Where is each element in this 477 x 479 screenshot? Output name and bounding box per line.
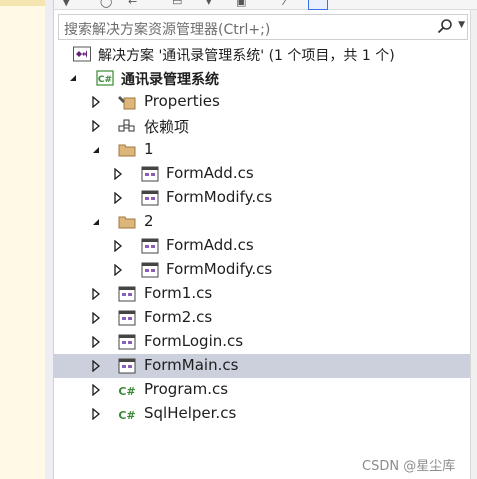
tree-item-properties[interactable]: Properties xyxy=(54,90,470,114)
file-label: FormMain.cs xyxy=(144,356,239,374)
tree-item-form1[interactable]: Form1.cs xyxy=(54,282,470,306)
collapsed-arrow-icon[interactable] xyxy=(90,120,102,132)
search-input[interactable]: 搜索解决方案资源管理器(Ctrl+;) xyxy=(64,19,270,39)
tree-item-folder-1[interactable]: 1 xyxy=(54,138,470,162)
nav-icon[interactable]: ← xyxy=(128,0,137,8)
tree-item-form-modify[interactable]: FormModify.cs xyxy=(54,186,470,210)
csharp-file-icon: C# xyxy=(118,409,135,422)
folder-icon xyxy=(118,144,136,157)
project-label: 通讯录管理系统 xyxy=(121,72,219,88)
collapsed-arrow-icon[interactable] xyxy=(90,360,102,372)
collapsed-arrow-icon[interactable] xyxy=(90,288,102,300)
svg-text:C#: C# xyxy=(98,75,112,85)
dependencies-label: 依赖项 xyxy=(144,118,190,136)
collapsed-arrow-icon[interactable] xyxy=(112,192,124,204)
dropdown-icon[interactable]: ▾ xyxy=(206,0,212,8)
folder-label: 2 xyxy=(144,212,154,230)
form-icon xyxy=(118,334,136,350)
search-options-icon[interactable]: ▼ xyxy=(458,20,465,30)
tree-item-solution[interactable]: 解决方案 '通讯录管理系统' (1 个项目，共 1 个) xyxy=(54,42,470,66)
folder-icon xyxy=(118,216,136,229)
solution-label: 解决方案 '通讯录管理系统' (1 个项目，共 1 个) xyxy=(98,48,395,64)
csharp-file-icon: C# xyxy=(118,385,135,398)
file-label: FormAdd.cs xyxy=(166,164,254,182)
file-label: FormModify.cs xyxy=(166,260,273,278)
collapsed-arrow-icon[interactable] xyxy=(90,408,102,420)
folder-label: 1 xyxy=(144,140,154,158)
tree-item-form-main[interactable]: FormMain.cs xyxy=(54,354,470,378)
tree-item-form-add[interactable]: FormAdd.cs xyxy=(54,234,470,258)
solution-explorer-toolbar: ▼ ◯ ← ▭ ▾ ▣ ⁄ xyxy=(54,0,477,10)
collapse-icon[interactable]: ▣ xyxy=(236,0,246,8)
form-icon xyxy=(141,190,159,206)
file-label: Form2.cs xyxy=(144,308,213,326)
collapsed-arrow-icon[interactable] xyxy=(112,264,124,276)
collapsed-arrow-icon[interactable] xyxy=(90,336,102,348)
form-icon xyxy=(141,238,159,254)
tree-item-dependencies[interactable]: 依赖项 xyxy=(54,114,470,138)
tree-item-form-login[interactable]: FormLogin.cs xyxy=(54,330,470,354)
form-icon xyxy=(118,310,136,326)
tree-item-form-modify[interactable]: FormModify.cs xyxy=(54,258,470,282)
properties-label: Properties xyxy=(144,92,220,110)
vs-icon[interactable]: ▼ xyxy=(62,0,70,8)
form-icon xyxy=(141,166,159,182)
solution-icon xyxy=(73,46,91,62)
sync-icon[interactable]: ▭ xyxy=(172,0,182,8)
search-icon[interactable] xyxy=(437,18,453,34)
file-label: Form1.cs xyxy=(144,284,213,302)
expanded-arrow-icon[interactable] xyxy=(67,72,79,84)
search-box[interactable]: 搜索解决方案资源管理器(Ctrl+;) ▼ xyxy=(58,14,468,40)
tree-item-folder-2[interactable]: 2 xyxy=(54,210,470,234)
dependencies-icon xyxy=(118,119,135,132)
file-label: SqlHelper.cs xyxy=(144,404,237,422)
form-icon xyxy=(141,262,159,278)
tree-item-program[interactable]: C# Program.cs xyxy=(54,378,470,402)
expanded-arrow-icon[interactable] xyxy=(90,216,102,228)
file-label: Program.cs xyxy=(144,380,229,398)
collapsed-arrow-icon[interactable] xyxy=(90,96,102,108)
watermark: CSDN @星尘库 xyxy=(362,459,456,474)
file-label: FormModify.cs xyxy=(166,188,273,206)
wrench-icon xyxy=(118,96,136,110)
file-label: FormLogin.cs xyxy=(144,332,244,350)
preview-toggle-icon[interactable] xyxy=(308,0,328,10)
svg-text:C#: C# xyxy=(118,385,135,398)
expanded-arrow-icon[interactable] xyxy=(90,144,102,156)
tree-item-sql-helper[interactable]: C# SqlHelper.cs xyxy=(54,402,470,426)
file-label: FormAdd.cs xyxy=(166,236,254,254)
back-icon[interactable]: ◯ xyxy=(100,0,112,8)
editor-margin xyxy=(0,0,46,479)
tree-item-project[interactable]: C# 通讯录管理系统 xyxy=(54,66,470,90)
svg-text:C#: C# xyxy=(118,409,135,422)
form-icon xyxy=(118,358,136,374)
tree-item-form-add[interactable]: FormAdd.cs xyxy=(54,162,470,186)
csharp-project-icon: C# xyxy=(96,70,114,86)
margin-top-bar xyxy=(0,0,45,6)
form-icon xyxy=(118,286,136,302)
scrollbar[interactable] xyxy=(470,10,477,479)
collapsed-arrow-icon[interactable] xyxy=(90,384,102,396)
panel-splitter[interactable] xyxy=(45,0,54,479)
collapsed-arrow-icon[interactable] xyxy=(90,312,102,324)
tree-item-form2[interactable]: Form2.cs xyxy=(54,306,470,330)
collapsed-arrow-icon[interactable] xyxy=(112,240,124,252)
properties-icon[interactable]: ⁄ xyxy=(284,0,286,8)
collapsed-arrow-icon[interactable] xyxy=(112,168,124,180)
